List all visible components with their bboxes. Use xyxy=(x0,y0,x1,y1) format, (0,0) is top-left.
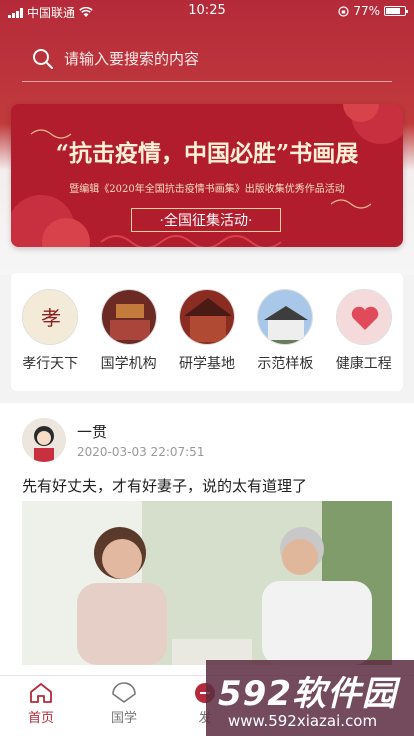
rotation-lock-icon xyxy=(338,5,349,17)
category-guoxue-jigou[interactable]: 国学机构 xyxy=(91,289,167,391)
category-jiankang-gongcheng[interactable]: 健康工程 xyxy=(326,289,402,391)
category-label: 示范样板 xyxy=(257,356,314,372)
post-image[interactable] xyxy=(22,501,392,665)
category-xiaoxing[interactable]: 孝 孝行天下 xyxy=(12,289,88,391)
category-label: 国学机构 xyxy=(100,356,157,372)
home-icon xyxy=(30,683,52,703)
banner-title: “抗击疫情，中国必胜”书画展 xyxy=(55,140,359,167)
banner-subtitle: 暨编辑《2020年全国抗击疫情书画集》出版收集优秀作品活动 xyxy=(69,184,345,195)
watermark-logo: 592软件园 www.592xiazai.com xyxy=(206,660,414,736)
status-bar: 中国联通 10:25 77% xyxy=(0,0,414,22)
guoxue-jigou-icon xyxy=(100,289,157,345)
banner-campaign-button[interactable]: ·全国征集活动· xyxy=(131,208,281,232)
category-grid: 孝 孝行天下 国学机构 研学基地 示范样板 健康工程 xyxy=(11,273,403,391)
yanxue-jidi-icon xyxy=(178,289,235,345)
post-time: 2020-03-03 22:07:51 xyxy=(77,445,205,459)
search-icon xyxy=(33,48,53,69)
tab-guoxue[interactable]: 国学 xyxy=(94,682,154,726)
post-author[interactable]: 一贯 xyxy=(77,421,107,442)
category-yanxue-jidi[interactable]: 研学基地 xyxy=(169,289,245,391)
fan-icon xyxy=(112,682,136,703)
tab-label: 首页 xyxy=(27,711,54,726)
svg-text:孝: 孝 xyxy=(41,306,61,330)
watermark-brand: 592软件园 xyxy=(218,674,397,714)
avatar[interactable] xyxy=(22,418,66,462)
feed-post[interactable]: 一贯 2020-03-03 22:07:51 先有好丈夫，才有好妻子，说的太有道… xyxy=(0,403,414,675)
category-shifan-yangban[interactable]: 示范样板 xyxy=(247,289,323,391)
xiaoxing-icon: 孝 xyxy=(22,289,79,345)
category-label: 孝行天下 xyxy=(22,356,79,372)
post-text[interactable]: 先有好丈夫，才有好妻子，说的太有道理了 xyxy=(22,475,307,496)
search-input[interactable] xyxy=(64,49,364,68)
promo-banner[interactable]: “抗击疫情，中国必胜”书画展 暨编辑《2020年全国抗击疫情书画集》出版收集优秀… xyxy=(11,104,403,247)
battery-icon xyxy=(384,6,408,16)
battery-fill xyxy=(386,8,400,14)
shifan-yangban-icon xyxy=(257,289,314,345)
search-bar[interactable] xyxy=(22,36,392,82)
category-label: 健康工程 xyxy=(335,356,392,372)
category-label: 研学基地 xyxy=(178,356,235,372)
watermark-url: www.592xiazai.com xyxy=(228,712,378,730)
tab-label: 国学 xyxy=(110,711,137,726)
battery-percent: 77% xyxy=(353,4,380,18)
tab-home[interactable]: 首页 xyxy=(11,682,71,726)
jiankang-gongcheng-icon xyxy=(335,289,392,345)
